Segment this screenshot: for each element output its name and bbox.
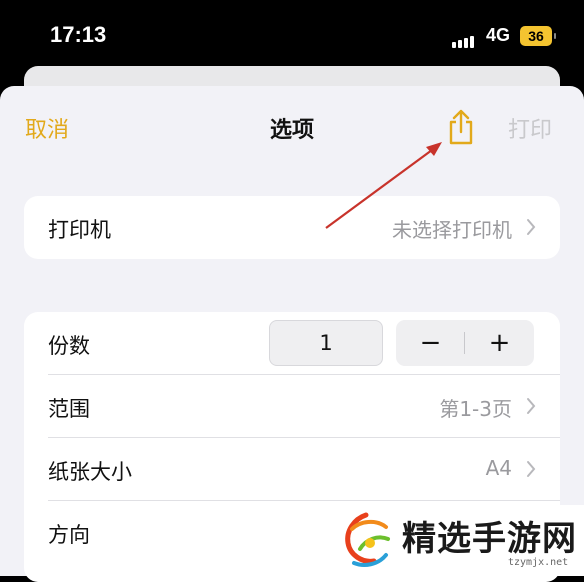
printer-label: 打印机 xyxy=(48,218,111,242)
watermark-url: tzymjx.net xyxy=(508,557,569,568)
copies-stepper: − + xyxy=(396,320,534,366)
cellular-signal-icon xyxy=(452,29,476,48)
share-icon[interactable] xyxy=(446,108,476,146)
watermark-text: 精选手游网 xyxy=(402,519,577,559)
increment-button[interactable]: + xyxy=(465,320,534,366)
copies-field[interactable]: 1 xyxy=(269,320,383,366)
watermark: 精选手游网 tzymjx.net xyxy=(330,505,584,576)
copies-row: 份数 1 − + xyxy=(24,312,560,375)
battery-icon: 36 xyxy=(520,26,556,46)
network-type: 4G xyxy=(486,25,511,45)
page-title: 选项 xyxy=(269,118,314,143)
paper-size-value: A4 xyxy=(485,456,512,480)
copies-label: 份数 xyxy=(48,334,90,358)
nav-bar: 取消 选项 打印 xyxy=(0,86,584,170)
status-bar: 17:13 4G 36 xyxy=(0,0,584,70)
print-button[interactable]: 打印 xyxy=(508,112,552,144)
range-label: 范围 xyxy=(48,397,90,421)
range-value: 第1-3页 xyxy=(439,397,512,421)
printer-row[interactable]: 打印机 未选择打印机 xyxy=(24,196,560,259)
printer-value: 未选择打印机 xyxy=(392,218,512,242)
paper-size-label: 纸张大小 xyxy=(48,460,132,484)
chevron-right-icon xyxy=(527,461,536,477)
status-time: 17:13 xyxy=(50,22,107,47)
chevron-right-icon xyxy=(527,219,536,235)
print-options-sheet: 取消 选项 打印 打印机 未选择打印机 份数 1 − + 范围 第1-3页 纸张… xyxy=(0,86,584,582)
range-row[interactable]: 范围 第1-3页 xyxy=(24,375,560,438)
printer-group: 打印机 未选择打印机 xyxy=(24,196,560,259)
decrement-button[interactable]: − xyxy=(396,320,465,366)
watermark-logo xyxy=(345,512,390,567)
paper-size-row[interactable]: 纸张大小 A4 xyxy=(24,438,560,501)
chevron-right-icon xyxy=(527,398,536,414)
orientation-label: 方向 xyxy=(48,523,90,547)
